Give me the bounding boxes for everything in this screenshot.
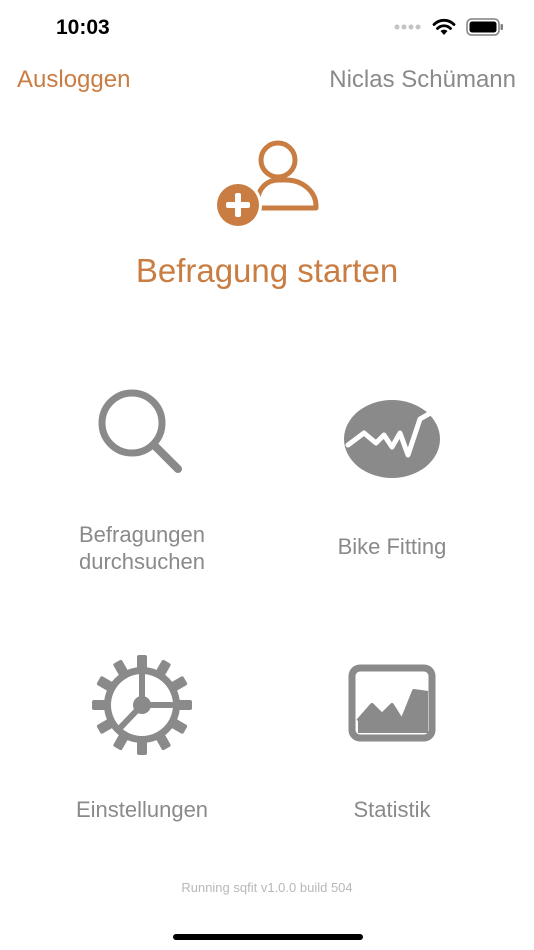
status-time: 10:03 [56, 16, 110, 39]
version-text: Running sqfit v1.0.0 build 504 [181, 880, 353, 895]
user-name: Niclas Schümann [329, 66, 516, 93]
add-user-icon [214, 140, 319, 228]
status-icons [394, 18, 504, 36]
gear-icon [92, 655, 192, 755]
settings-button[interactable]: Einstellungen [17, 655, 267, 855]
wifi-icon [432, 18, 456, 35]
start-survey-button[interactable]: Befragung starten [0, 138, 534, 298]
bike-fitting-icon [344, 400, 440, 478]
bike-fitting-label: Bike Fitting [337, 534, 447, 559]
nav-bar: Ausloggen Niclas Schümann [0, 62, 534, 102]
start-survey-label: Befragung starten [135, 252, 399, 289]
logout-button[interactable]: Ausloggen [17, 66, 130, 94]
status-bar: 10:03 [0, 0, 534, 56]
search-surveys-button[interactable]: Befragungen durchsuchen [17, 385, 267, 585]
search-icon [98, 389, 182, 473]
bike-fitting-button[interactable]: Bike Fitting [267, 385, 517, 585]
statistics-label: Statistik [353, 797, 431, 822]
statistics-icon [348, 664, 436, 742]
home-indicator[interactable] [173, 934, 363, 940]
search-surveys-label-line2: durchsuchen [79, 549, 205, 574]
cellular-signal-icon [394, 24, 421, 30]
statistics-button[interactable]: Statistik [267, 655, 517, 855]
search-surveys-label-line1: Befragungen [79, 522, 205, 547]
battery-icon [466, 18, 503, 36]
settings-label: Einstellungen [75, 797, 209, 822]
